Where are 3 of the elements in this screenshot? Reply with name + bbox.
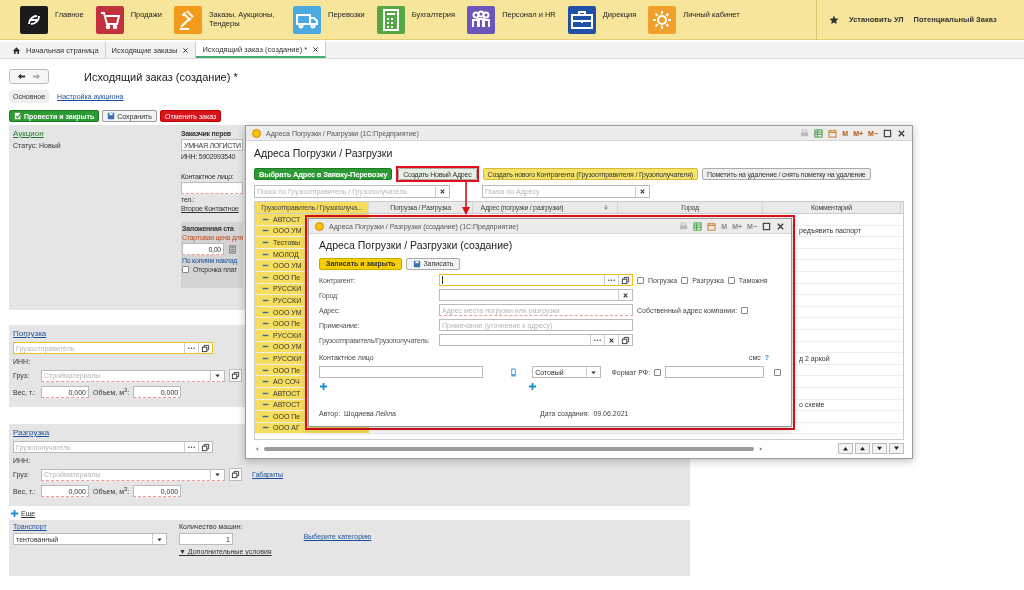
- dialog-title: Адреса Погрузки / Разгрузки (создание): [319, 239, 514, 252]
- dialog-title: Адреса Погрузки / Разгрузки: [254, 147, 394, 160]
- form-title: Исходящий заказ (создание) *: [84, 70, 238, 83]
